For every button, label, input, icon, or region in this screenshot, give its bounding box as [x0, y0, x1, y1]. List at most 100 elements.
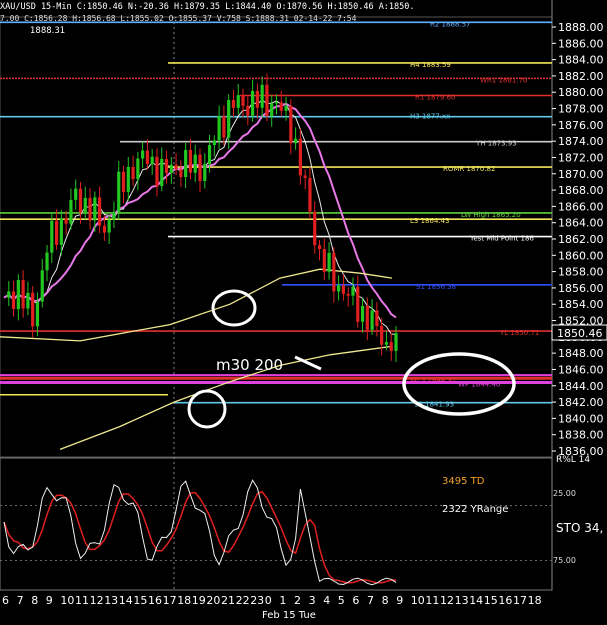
candle-body — [313, 211, 317, 246]
time-axis: 6 7 8 9 10 11 12 13 14 15 16 17 18 19 20 21 22 23 0 1 2 3 4 5 6 7… — [2, 594, 542, 607]
time-tick-label: 15 — [484, 594, 498, 607]
time-tick-label: 7 — [17, 594, 24, 607]
time-tick-label: 9 — [396, 594, 403, 607]
time-tick-label: 17 — [513, 594, 527, 607]
candle-body — [375, 310, 379, 326]
candle-body — [117, 171, 121, 213]
candle-body — [121, 171, 126, 192]
price-tick-label: 1868.00 — [558, 184, 604, 197]
candle-body — [212, 140, 216, 146]
candle-body — [389, 342, 393, 351]
price-tick-label: 1844.00 — [558, 380, 604, 393]
level-label: Yest Mid Point 186 — [469, 235, 534, 243]
candle-body — [289, 105, 293, 144]
price-tick-label: 1888.00 — [558, 21, 604, 34]
candle-body — [274, 102, 279, 104]
price-tick-label: 1886.00 — [558, 37, 604, 50]
level-label: YL 1850.71 — [499, 329, 539, 337]
candle-body — [360, 305, 365, 322]
level-label: L3 1864.43 — [410, 217, 450, 225]
candle-body — [270, 103, 274, 117]
candle-body — [279, 102, 283, 111]
time-tick-label: 10 — [60, 594, 74, 607]
time-tick-label: 12 — [440, 594, 454, 607]
candle-body — [365, 305, 369, 330]
osc-tick-25: 25.00 — [553, 489, 576, 498]
price-tick-label: 1880.00 — [558, 86, 604, 99]
level-label: H4 1883.59 — [410, 61, 451, 69]
candle-body — [107, 219, 111, 233]
candle-body — [141, 150, 145, 159]
time-tick-label: 16 — [148, 594, 162, 607]
time-tick-label: 14 — [469, 594, 483, 607]
time-tick-label: 14 — [119, 594, 133, 607]
price-tick-label: 1842.00 — [558, 396, 604, 409]
candle-body — [356, 286, 360, 322]
time-tick-label: 8 — [31, 594, 38, 607]
time-tick-label: 18 — [177, 594, 191, 607]
price-tick-label: 1840.00 — [558, 412, 604, 425]
candle-body — [11, 291, 16, 310]
time-tick-label: 3 — [309, 594, 316, 607]
candle-body — [337, 285, 341, 292]
candle-body — [50, 220, 54, 253]
time-tick-label: 11 — [425, 594, 439, 607]
level-label: LW High 1865.20 — [461, 211, 521, 219]
price-tick-label: 1878.00 — [558, 103, 604, 116]
price-tick-label: 1866.00 — [558, 200, 604, 213]
time-tick-label: 18 — [528, 594, 542, 607]
sto-label: STO 34, — [556, 521, 603, 535]
candle-body — [69, 199, 73, 224]
candle-body — [341, 285, 346, 294]
price-tick-label: 1872.00 — [558, 151, 604, 164]
candle-body — [126, 166, 130, 192]
header-sub: 7.00 C:1856.28 H:1856.68 L:1855.02 O:185… — [0, 14, 357, 23]
candle-body — [203, 164, 207, 181]
candle-body — [40, 270, 44, 302]
price-tick-label: 1838.00 — [558, 429, 604, 442]
price-tick-label: 1884.00 — [558, 54, 604, 67]
candle-body — [179, 169, 183, 177]
candle-body — [250, 90, 255, 116]
price-tick-label: 1870.00 — [558, 168, 604, 181]
level-label: YH 1873.93 — [475, 140, 517, 148]
time-tick-label: 6 — [352, 594, 359, 607]
time-tick-label: 8 — [382, 594, 389, 607]
candle-body — [346, 293, 350, 296]
time-tick-label: 2 — [294, 594, 301, 607]
candle-body — [188, 149, 193, 173]
candle-body — [150, 156, 154, 164]
candle-body — [222, 116, 226, 138]
time-tick-label: 17 — [163, 594, 177, 607]
candle-body — [174, 164, 178, 170]
time-tick-label: 5 — [338, 594, 345, 607]
price-chart: R2 1888.57 H4 1883.59 WR1 1881.70 R1 1879.6… — [0, 0, 607, 621]
candle-body — [83, 197, 87, 213]
candle-body — [332, 252, 336, 292]
level-label: WP 1844.40 — [458, 381, 500, 389]
time-tick-label: 15 — [133, 594, 147, 607]
candle-body — [260, 84, 264, 108]
candle-body — [54, 220, 59, 245]
candle-body — [236, 95, 240, 108]
price-tick-label: 1876.00 — [558, 119, 604, 132]
time-tick-label: 4 — [323, 594, 330, 607]
level-label: H3 1877.xx — [410, 113, 450, 121]
candle-body — [327, 252, 331, 272]
yrange-label: 2322 YRange — [442, 504, 508, 515]
price-tick-label: 1862.00 — [558, 233, 604, 246]
time-tick-label: 13 — [104, 594, 118, 607]
candle-body — [169, 164, 173, 174]
candle-body — [303, 175, 307, 178]
candle-body — [184, 149, 188, 177]
time-tick-label: 12 — [90, 594, 104, 607]
candle-body — [26, 292, 30, 309]
candle-body — [35, 301, 40, 327]
time-tick-label: 13 — [455, 594, 469, 607]
candle-body — [164, 158, 169, 174]
price-tick-label: 1854.00 — [558, 298, 604, 311]
price-tick-label: 1874.00 — [558, 135, 604, 148]
date-label: Feb 15 Tue — [262, 610, 316, 621]
osc-title: R%L 14 — [556, 455, 590, 465]
candle-body — [384, 342, 389, 345]
